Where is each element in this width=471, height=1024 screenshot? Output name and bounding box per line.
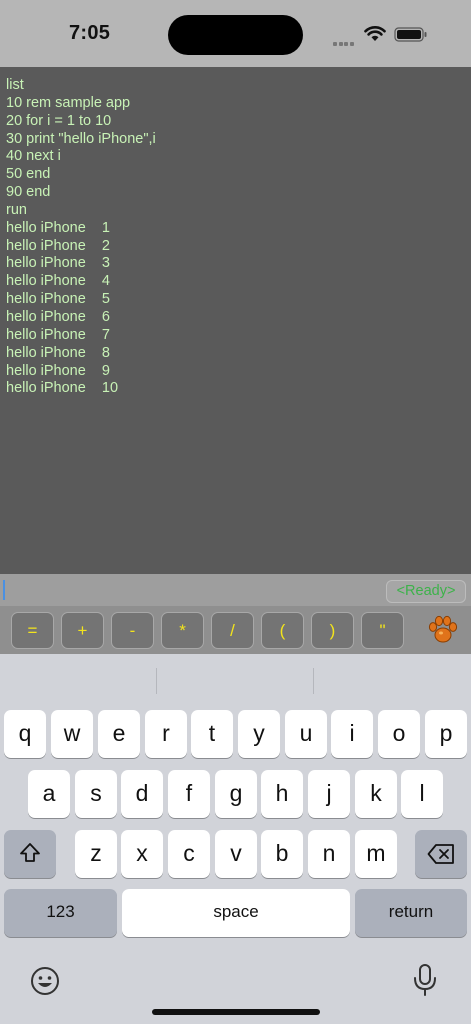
key-e[interactable]: e (98, 710, 140, 758)
symbol-key-minus[interactable]: - (111, 612, 154, 649)
symbol-key-quote[interactable]: " (361, 612, 404, 649)
dynamic-island (168, 15, 303, 55)
console-line: 30 print "hello iPhone",i (6, 130, 156, 147)
space-key[interactable]: space (122, 889, 350, 937)
delete-key[interactable] (415, 830, 467, 878)
battery-icon (394, 27, 427, 42)
key-r[interactable]: r (145, 710, 187, 758)
key-p[interactable]: p (425, 710, 467, 758)
key-t[interactable]: t (191, 710, 233, 758)
suggestion-divider (313, 668, 314, 694)
console-line: hello iPhone 7 (6, 326, 110, 343)
console-line: hello iPhone 2 (6, 237, 110, 254)
ready-status-badge: <Ready> (386, 580, 466, 603)
console-line: hello iPhone 6 (6, 308, 110, 325)
key-s[interactable]: s (75, 770, 117, 818)
key-v[interactable]: v (215, 830, 257, 878)
symbol-key-plus[interactable]: + (61, 612, 104, 649)
suggestion-divider (156, 668, 157, 694)
wifi-icon (364, 26, 386, 41)
console-line: 10 rem sample app (6, 94, 131, 111)
key-h[interactable]: h (261, 770, 303, 818)
console-line: list (6, 77, 24, 93)
shift-icon (20, 843, 40, 862)
console-line: 90 end (6, 184, 51, 201)
console-line: hello iPhone 4 (6, 273, 110, 290)
key-q[interactable]: q (4, 710, 46, 758)
numbers-key[interactable]: 123 (4, 889, 117, 937)
symbol-key-asterisk[interactable]: * (161, 612, 204, 649)
symbol-key-open-paren[interactable]: ( (261, 612, 304, 649)
home-indicator (152, 1009, 320, 1015)
key-l[interactable]: l (401, 770, 443, 818)
key-w[interactable]: w (51, 710, 93, 758)
backspace-icon (427, 844, 454, 864)
symbol-key-equals[interactable]: = (11, 612, 54, 649)
console-line: hello iPhone 9 (6, 362, 110, 379)
console-line: hello iPhone 10 (6, 380, 119, 397)
microphone-icon[interactable] (412, 963, 438, 997)
key-g[interactable]: g (215, 770, 257, 818)
console-output[interactable]: list 10 rem sample app 20 for i = 1 to 10 3… (0, 67, 471, 574)
console-line: hello iPhone 3 (6, 255, 110, 272)
symbol-key-slash[interactable]: / (211, 612, 254, 649)
key-z[interactable]: z (75, 830, 117, 878)
key-i[interactable]: i (331, 710, 373, 758)
cellular-signal-icon (333, 33, 357, 46)
key-m[interactable]: m (355, 830, 397, 878)
key-c[interactable]: c (168, 830, 210, 878)
key-k[interactable]: k (355, 770, 397, 818)
key-b[interactable]: b (261, 830, 303, 878)
console-line: 20 for i = 1 to 10 (6, 112, 112, 129)
console-line: 40 next i (6, 148, 61, 165)
paw-icon[interactable] (427, 614, 459, 646)
key-f[interactable]: f (168, 770, 210, 818)
key-d[interactable]: d (121, 770, 163, 818)
key-u[interactable]: u (285, 710, 327, 758)
key-j[interactable]: j (308, 770, 350, 818)
shift-key[interactable] (4, 830, 56, 878)
symbol-key-close-paren[interactable]: ) (311, 612, 354, 649)
emoji-icon[interactable] (30, 966, 60, 996)
console-line: hello iPhone 1 (6, 219, 110, 236)
console-line: hello iPhone 8 (6, 344, 110, 361)
key-y[interactable]: y (238, 710, 280, 758)
text-cursor (3, 580, 5, 600)
status-time: 7:05 (69, 22, 111, 44)
console-line: 50 end (6, 166, 51, 183)
key-a[interactable]: a (28, 770, 70, 818)
console-line: hello iPhone 5 (6, 291, 110, 308)
key-o[interactable]: o (378, 710, 420, 758)
key-n[interactable]: n (308, 830, 350, 878)
key-x[interactable]: x (121, 830, 163, 878)
return-key[interactable]: return (355, 889, 467, 937)
console-line: run (6, 201, 27, 218)
